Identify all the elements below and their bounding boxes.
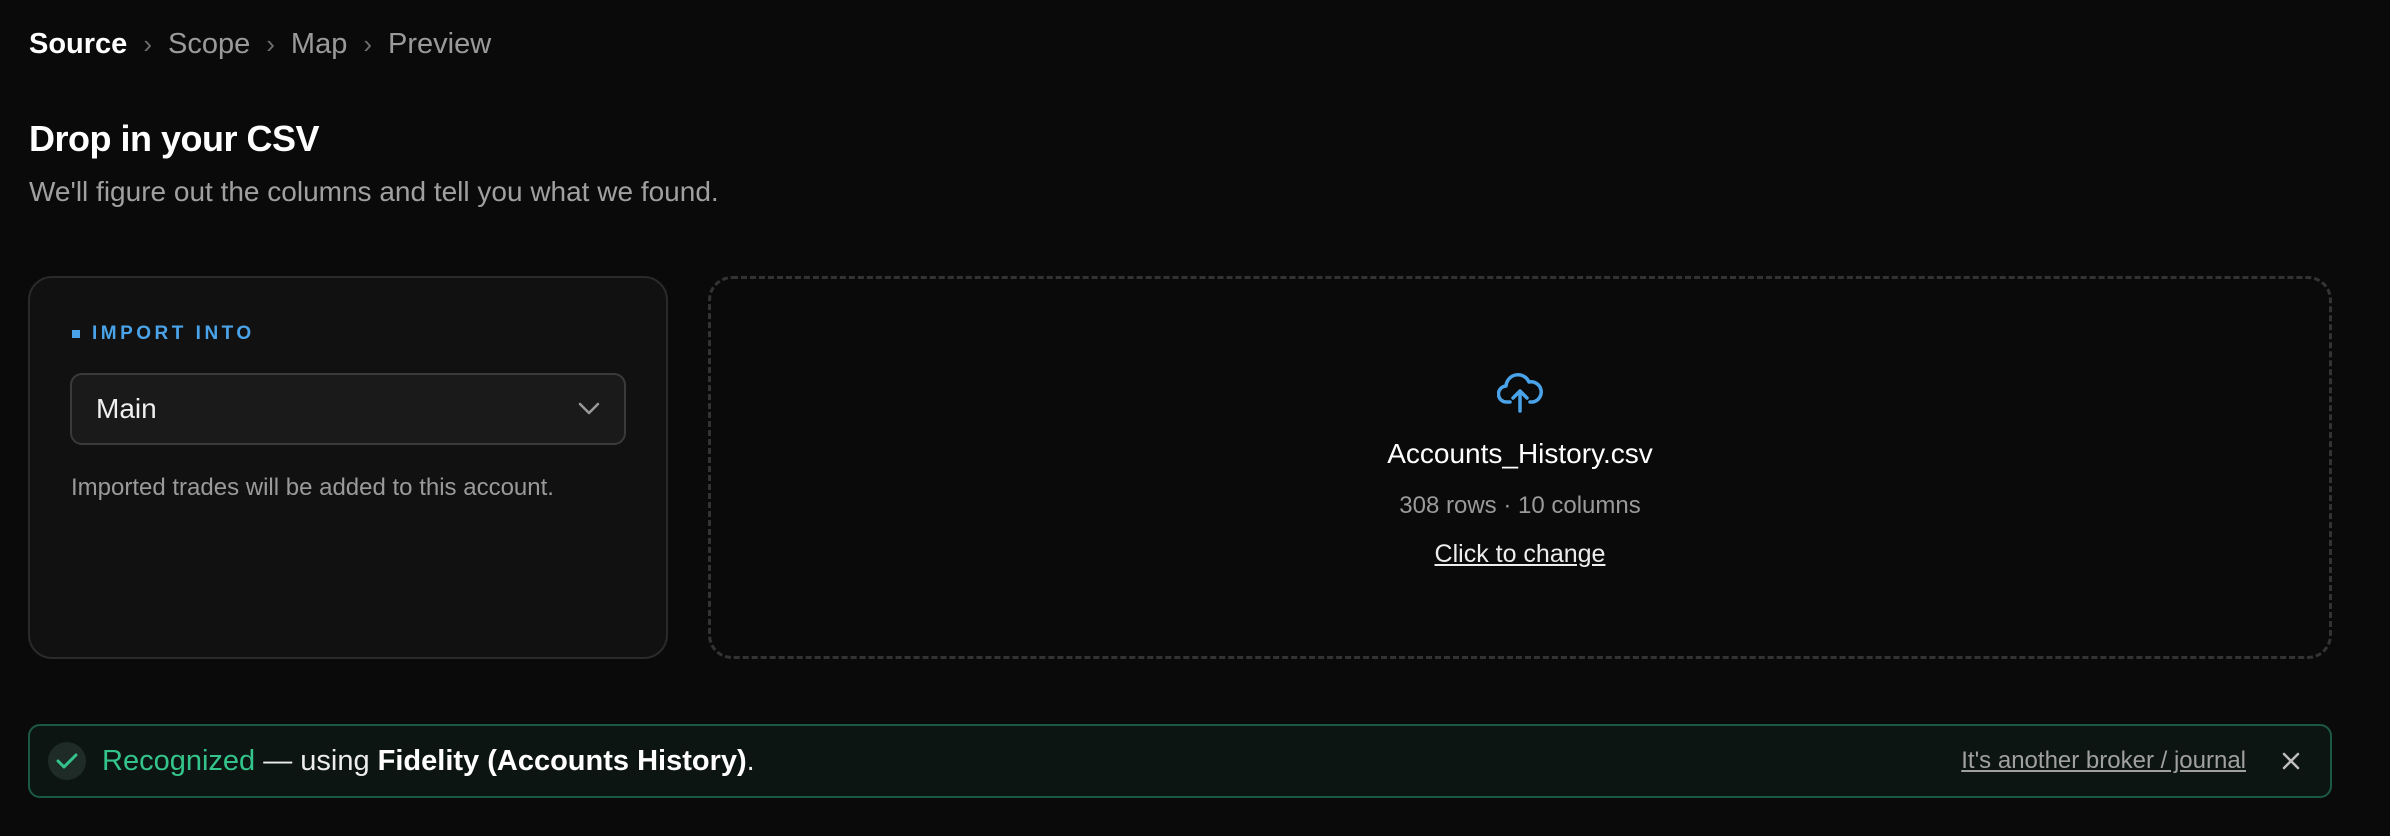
close-icon[interactable] (2280, 750, 2302, 777)
chevron-right-icon: › (363, 29, 372, 59)
recognition-banner: Recognized — using Fidelity (Accounts Hi… (28, 724, 2332, 798)
change-file-link[interactable]: Click to change (711, 540, 2329, 569)
cloud-upload-icon (1496, 371, 1543, 418)
csv-dropzone[interactable]: Accounts_History.csv 308 rows · 10 colum… (708, 276, 2332, 659)
chevron-right-icon: › (266, 29, 275, 59)
recognition-end: . (746, 744, 755, 777)
step-source[interactable]: Source (29, 27, 127, 61)
file-name: Accounts_History.csv (1387, 438, 1653, 469)
import-into-card: IMPORT INTO Main Imported trades will be… (28, 276, 668, 659)
account-select[interactable]: Main (70, 373, 626, 445)
recognition-middle: — using (255, 744, 378, 777)
square-bullet-icon (72, 330, 80, 338)
chevron-down-icon (578, 402, 600, 416)
step-map[interactable]: Map (291, 27, 347, 61)
step-preview[interactable]: Preview (388, 27, 491, 61)
another-broker-link[interactable]: It's another broker / journal (1961, 747, 2246, 775)
page-subtitle: We'll figure out the columns and tell yo… (29, 176, 719, 207)
chevron-right-icon: › (143, 29, 152, 59)
import-into-label: IMPORT INTO (72, 323, 255, 345)
import-into-label-text: IMPORT INTO (92, 323, 255, 344)
recognition-message: Recognized — using Fidelity (Accounts Hi… (102, 745, 755, 778)
account-select-value: Main (96, 393, 157, 424)
broker-name: Fidelity (Accounts History) (377, 744, 747, 777)
page-title: Drop in your CSV (29, 118, 320, 159)
step-scope[interactable]: Scope (168, 27, 250, 61)
import-hint: Imported trades will be added to this ac… (71, 474, 554, 501)
breadcrumb-stepper: Source › Scope › Map › Preview (29, 27, 491, 61)
recognized-status: Recognized (102, 744, 256, 777)
file-meta: 308 rows · 10 columns (1399, 492, 1641, 519)
check-icon (48, 742, 86, 780)
